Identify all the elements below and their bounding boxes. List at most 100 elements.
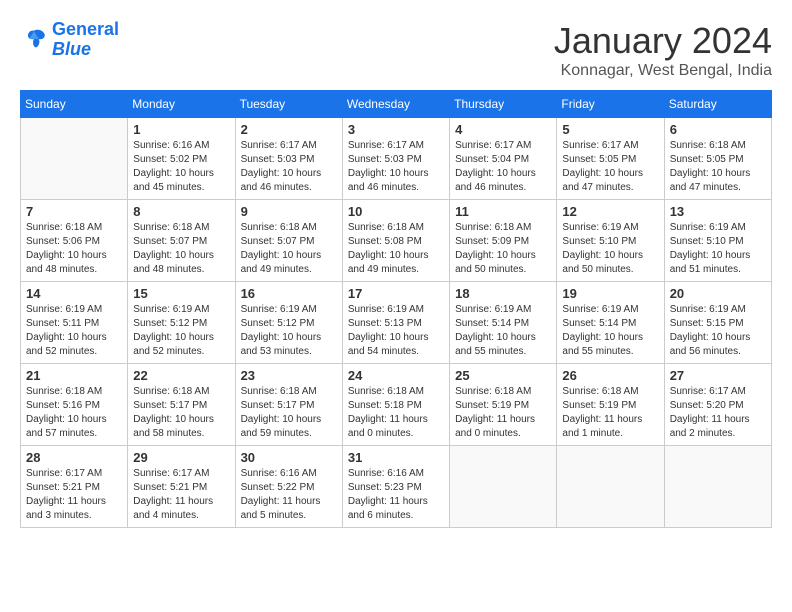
calendar-cell: 25 Sunrise: 6:18 AM Sunset: 5:19 PM Dayli… (450, 364, 557, 446)
day-number: 5 (562, 122, 658, 137)
logo-icon (20, 26, 48, 54)
day-number: 25 (455, 368, 551, 383)
day-info: Sunrise: 6:19 AM Sunset: 5:14 PM Dayligh… (455, 303, 551, 359)
calendar-cell: 1 Sunrise: 6:16 AM Sunset: 5:02 PM Daylig… (128, 118, 235, 200)
day-info: Sunrise: 6:18 AM Sunset: 5:09 PM Dayligh… (455, 221, 551, 277)
day-number: 13 (670, 204, 766, 219)
calendar-cell: 31 Sunrise: 6:16 AM Sunset: 5:23 PM Dayli… (342, 446, 449, 528)
day-info: Sunrise: 6:18 AM Sunset: 5:18 PM Dayligh… (348, 385, 444, 441)
day-number: 2 (241, 122, 337, 137)
day-number: 28 (26, 450, 122, 465)
title-block: January 2024 Konnagar, West Bengal, Indi… (554, 20, 772, 80)
weekday-header: Monday (128, 91, 235, 118)
day-number: 27 (670, 368, 766, 383)
day-info: Sunrise: 6:16 AM Sunset: 5:02 PM Dayligh… (133, 139, 229, 195)
calendar-cell: 12 Sunrise: 6:19 AM Sunset: 5:10 PM Dayli… (557, 200, 664, 282)
day-number: 10 (348, 204, 444, 219)
day-number: 26 (562, 368, 658, 383)
calendar-cell: 2 Sunrise: 6:17 AM Sunset: 5:03 PM Daylig… (235, 118, 342, 200)
calendar-cell: 30 Sunrise: 6:16 AM Sunset: 5:22 PM Dayli… (235, 446, 342, 528)
day-info: Sunrise: 6:18 AM Sunset: 5:16 PM Dayligh… (26, 385, 122, 441)
day-info: Sunrise: 6:18 AM Sunset: 5:07 PM Dayligh… (133, 221, 229, 277)
day-number: 11 (455, 204, 551, 219)
day-info: Sunrise: 6:17 AM Sunset: 5:20 PM Dayligh… (670, 385, 766, 441)
day-number: 3 (348, 122, 444, 137)
day-info: Sunrise: 6:16 AM Sunset: 5:23 PM Dayligh… (348, 467, 444, 523)
calendar-cell: 3Sunrise: 6:17 AM Sunset: 5:03 PM Daylig… (342, 118, 449, 200)
day-number: 30 (241, 450, 337, 465)
calendar-cell: 17Sunrise: 6:19 AM Sunset: 5:13 PM Dayli… (342, 282, 449, 364)
calendar-cell: 4 Sunrise: 6:17 AM Sunset: 5:04 PM Daylig… (450, 118, 557, 200)
weekday-header: Saturday (664, 91, 771, 118)
day-number: 19 (562, 286, 658, 301)
calendar-cell: 11 Sunrise: 6:18 AM Sunset: 5:09 PM Dayli… (450, 200, 557, 282)
day-number: 21 (26, 368, 122, 383)
calendar-cell (450, 446, 557, 528)
calendar-cell: 9Sunrise: 6:18 AM Sunset: 5:07 PM Daylig… (235, 200, 342, 282)
day-number: 6 (670, 122, 766, 137)
calendar-cell: 18 Sunrise: 6:19 AM Sunset: 5:14 PM Dayli… (450, 282, 557, 364)
day-info: Sunrise: 6:18 AM Sunset: 5:17 PM Dayligh… (241, 385, 337, 441)
day-number: 7 (26, 204, 122, 219)
weekday-header: Wednesday (342, 91, 449, 118)
calendar-week-row: 28 Sunrise: 6:17 AM Sunset: 5:21 PM Dayli… (21, 446, 772, 528)
calendar-cell: 19 Sunrise: 6:19 AM Sunset: 5:14 PM Dayli… (557, 282, 664, 364)
weekday-header: Sunday (21, 91, 128, 118)
day-info: Sunrise: 6:19 AM Sunset: 5:14 PM Dayligh… (562, 303, 658, 359)
calendar-cell: 14Sunrise: 6:19 AM Sunset: 5:11 PM Dayli… (21, 282, 128, 364)
day-info: Sunrise: 6:18 AM Sunset: 5:17 PM Dayligh… (133, 385, 229, 441)
day-number: 22 (133, 368, 229, 383)
weekday-header: Thursday (450, 91, 557, 118)
day-info: Sunrise: 6:17 AM Sunset: 5:05 PM Dayligh… (562, 139, 658, 195)
day-number: 20 (670, 286, 766, 301)
calendar-week-row: 14Sunrise: 6:19 AM Sunset: 5:11 PM Dayli… (21, 282, 772, 364)
day-number: 12 (562, 204, 658, 219)
month-title: January 2024 (554, 20, 772, 62)
calendar-week-row: 7 Sunrise: 6:18 AM Sunset: 5:06 PM Daylig… (21, 200, 772, 282)
day-info: Sunrise: 6:19 AM Sunset: 5:10 PM Dayligh… (562, 221, 658, 277)
weekday-header: Tuesday (235, 91, 342, 118)
calendar-cell: 21 Sunrise: 6:18 AM Sunset: 5:16 PM Dayli… (21, 364, 128, 446)
day-info: Sunrise: 6:18 AM Sunset: 5:19 PM Dayligh… (455, 385, 551, 441)
logo: General Blue (20, 20, 119, 60)
calendar-cell: 20Sunrise: 6:19 AM Sunset: 5:15 PM Dayli… (664, 282, 771, 364)
day-info: Sunrise: 6:18 AM Sunset: 5:07 PM Dayligh… (241, 221, 337, 277)
calendar-cell: 23Sunrise: 6:18 AM Sunset: 5:17 PM Dayli… (235, 364, 342, 446)
calendar-header-row: SundayMondayTuesdayWednesdayThursdayFrid… (21, 91, 772, 118)
day-info: Sunrise: 6:19 AM Sunset: 5:12 PM Dayligh… (133, 303, 229, 359)
day-number: 1 (133, 122, 229, 137)
day-number: 15 (133, 286, 229, 301)
day-info: Sunrise: 6:19 AM Sunset: 5:12 PM Dayligh… (241, 303, 337, 359)
day-info: Sunrise: 6:19 AM Sunset: 5:10 PM Dayligh… (670, 221, 766, 277)
day-info: Sunrise: 6:18 AM Sunset: 5:08 PM Dayligh… (348, 221, 444, 277)
day-number: 16 (241, 286, 337, 301)
calendar-cell (664, 446, 771, 528)
day-number: 4 (455, 122, 551, 137)
day-number: 8 (133, 204, 229, 219)
day-info: Sunrise: 6:16 AM Sunset: 5:22 PM Dayligh… (241, 467, 337, 523)
calendar-cell: 29Sunrise: 6:17 AM Sunset: 5:21 PM Dayli… (128, 446, 235, 528)
day-number: 14 (26, 286, 122, 301)
calendar-week-row: 1 Sunrise: 6:16 AM Sunset: 5:02 PM Daylig… (21, 118, 772, 200)
calendar-cell (21, 118, 128, 200)
page-header: General Blue January 2024 Konnagar, West… (20, 20, 772, 80)
day-info: Sunrise: 6:18 AM Sunset: 5:19 PM Dayligh… (562, 385, 658, 441)
day-info: Sunrise: 6:17 AM Sunset: 5:21 PM Dayligh… (26, 467, 122, 523)
calendar-cell: 8 Sunrise: 6:18 AM Sunset: 5:07 PM Daylig… (128, 200, 235, 282)
calendar-cell: 13 Sunrise: 6:19 AM Sunset: 5:10 PM Dayli… (664, 200, 771, 282)
day-number: 18 (455, 286, 551, 301)
day-number: 29 (133, 450, 229, 465)
calendar-cell: 27 Sunrise: 6:17 AM Sunset: 5:20 PM Dayli… (664, 364, 771, 446)
day-info: Sunrise: 6:18 AM Sunset: 5:06 PM Dayligh… (26, 221, 122, 277)
calendar-cell: 5 Sunrise: 6:17 AM Sunset: 5:05 PM Daylig… (557, 118, 664, 200)
calendar-cell: 6Sunrise: 6:18 AM Sunset: 5:05 PM Daylig… (664, 118, 771, 200)
calendar-cell: 22 Sunrise: 6:18 AM Sunset: 5:17 PM Dayli… (128, 364, 235, 446)
day-info: Sunrise: 6:17 AM Sunset: 5:04 PM Dayligh… (455, 139, 551, 195)
day-number: 17 (348, 286, 444, 301)
day-number: 31 (348, 450, 444, 465)
calendar-cell: 16 Sunrise: 6:19 AM Sunset: 5:12 PM Dayli… (235, 282, 342, 364)
calendar-cell: 15 Sunrise: 6:19 AM Sunset: 5:12 PM Dayli… (128, 282, 235, 364)
calendar-cell (557, 446, 664, 528)
day-info: Sunrise: 6:17 AM Sunset: 5:03 PM Dayligh… (241, 139, 337, 195)
calendar-cell: 28 Sunrise: 6:17 AM Sunset: 5:21 PM Dayli… (21, 446, 128, 528)
